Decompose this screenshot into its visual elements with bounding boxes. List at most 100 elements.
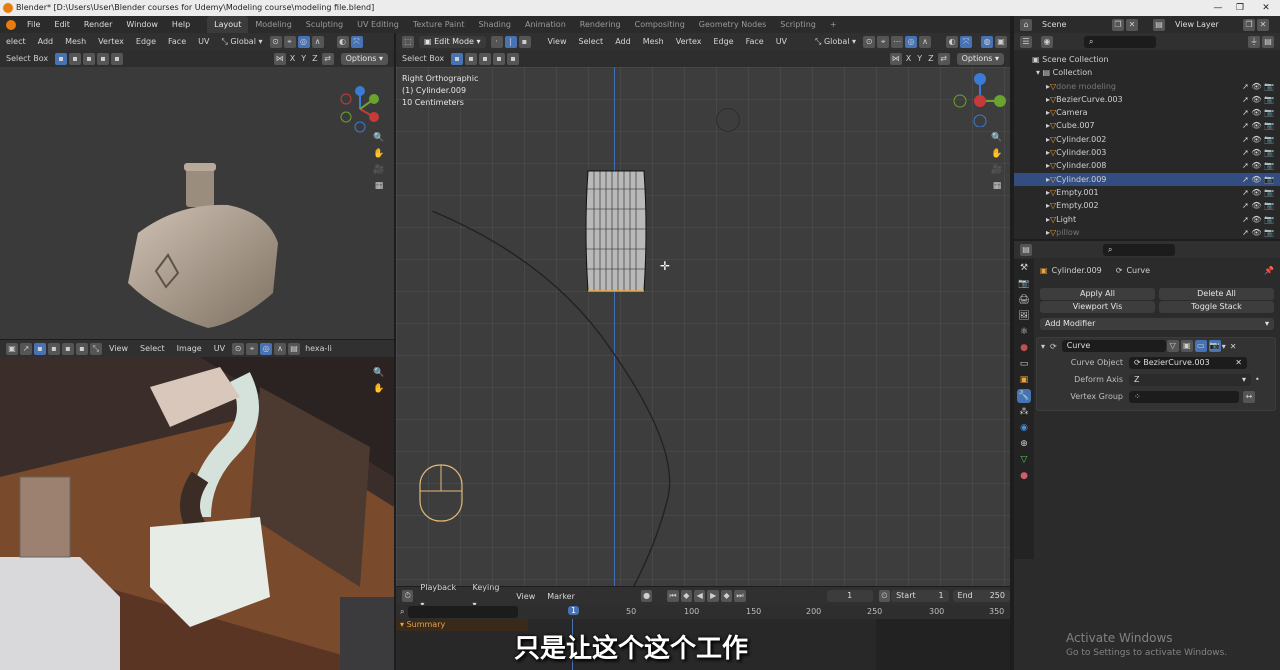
new-collection-icon[interactable]: ▤ bbox=[1262, 35, 1274, 48]
next-key-icon[interactable]: ◆ bbox=[720, 590, 733, 602]
tab-animation[interactable]: Animation bbox=[518, 16, 573, 33]
curve-object-field[interactable]: ⟳ BezierCurve.003 ✕ bbox=[1129, 356, 1247, 369]
outliner-item[interactable]: ▸ ▽ Cube.007 ➚ 👁 📷 bbox=[1014, 119, 1280, 132]
left-3d-viewport[interactable]: elect Add Mesh Vertex Edge Face UV ⤡ Glo… bbox=[0, 33, 394, 339]
modifier-tab-icon[interactable]: 🔧 bbox=[1017, 389, 1031, 403]
image-menu-select[interactable]: Select bbox=[134, 340, 171, 357]
timeline-ruler[interactable]: ⌕ 1 50 100 150 200 250 300 350 bbox=[396, 605, 1010, 619]
visibility-toggles[interactable]: ➚ 👁 📷 bbox=[1242, 93, 1280, 106]
modifier-menu-icon[interactable]: ▾ bbox=[1222, 342, 1226, 351]
new-scene-icon[interactable]: ❐ bbox=[1112, 18, 1124, 31]
apply-all-button[interactable]: Apply All bbox=[1040, 288, 1155, 300]
orientation-dropdown[interactable]: ⤡ Global ▾ bbox=[215, 33, 268, 50]
image-menu-view[interactable]: View bbox=[103, 340, 134, 357]
face-select-icon[interactable]: ▪ bbox=[518, 35, 531, 48]
main-navigation-gizmo[interactable] bbox=[952, 71, 1008, 127]
proportional-edit-icon[interactable]: ◎ bbox=[297, 35, 310, 48]
image-browse-icon[interactable]: ▤ bbox=[288, 342, 301, 355]
main-menu-select[interactable]: Select bbox=[573, 33, 610, 50]
image-zoom-icon[interactable]: 🔍 bbox=[372, 366, 386, 380]
scene-collection-row[interactable]: ▣ Scene Collection bbox=[1014, 53, 1280, 66]
main-snap-icon[interactable]: ⌖ bbox=[877, 35, 890, 48]
select-mode-new-icon[interactable]: ▪ bbox=[55, 52, 68, 65]
view-layer-icon[interactable]: ▤ bbox=[1153, 18, 1165, 31]
overlay-icon[interactable]: ⤧ bbox=[350, 35, 363, 48]
image-mode-icon[interactable]: ↗ bbox=[20, 342, 32, 355]
visibility-toggles[interactable]: ➚ 👁 📷 bbox=[1242, 119, 1280, 132]
blender-model-object[interactable] bbox=[118, 163, 288, 333]
tab-scripting[interactable]: Scripting bbox=[773, 16, 823, 33]
menu-file[interactable]: File bbox=[20, 16, 47, 33]
main-menu-view[interactable]: View bbox=[542, 33, 573, 50]
main-options-dropdown[interactable]: Options ▾ bbox=[956, 52, 1004, 65]
filter-icon[interactable]: ⏚ bbox=[1248, 35, 1260, 48]
blender-menu-icon[interactable] bbox=[6, 19, 16, 30]
image-editor[interactable]: ▣ ↗ ▪ ▪ ▪ ▪ ⤡ View Select Image UV ⊙ ⌖ ◎… bbox=[0, 340, 394, 670]
uv-falloff-icon[interactable]: ∧ bbox=[274, 342, 287, 355]
tab-compositing[interactable]: Compositing bbox=[628, 16, 692, 33]
main-menu-mesh[interactable]: Mesh bbox=[637, 33, 670, 50]
main-menu-face[interactable]: Face bbox=[740, 33, 770, 50]
topology-mirror-icon[interactable]: ⇄ bbox=[321, 52, 334, 65]
tab-shading[interactable]: Shading bbox=[471, 16, 518, 33]
object-tab-icon[interactable]: ▣ bbox=[1017, 373, 1031, 387]
menu-help[interactable]: Help bbox=[165, 16, 197, 33]
menu-render[interactable]: Render bbox=[77, 16, 119, 33]
sync-select-icon[interactable]: ▪ bbox=[34, 342, 46, 355]
select-mode-subtract-icon[interactable]: ▪ bbox=[83, 52, 96, 65]
image-name-field[interactable]: hexa-li bbox=[301, 344, 336, 353]
main-falloff-icon[interactable]: ∧ bbox=[919, 35, 932, 48]
main-visibility-icon[interactable]: ◐ bbox=[946, 35, 959, 48]
toggle-stack-button[interactable]: Toggle Stack bbox=[1159, 301, 1274, 313]
display-mode-icon[interactable]: ◉ bbox=[1041, 35, 1053, 48]
pan-hand-icon[interactable]: ✋ bbox=[372, 147, 386, 161]
main-mirror-icon[interactable]: ⋈ bbox=[889, 52, 902, 65]
tab-rendering[interactable]: Rendering bbox=[573, 16, 628, 33]
mirror-icon[interactable]: ⋈ bbox=[273, 52, 286, 65]
outliner-item[interactable]: ▸ ▽ Light ➚ 👁 📷 bbox=[1014, 213, 1280, 226]
tab-modeling[interactable]: Modeling bbox=[248, 16, 298, 33]
snap-icon[interactable]: ⌖ bbox=[283, 35, 296, 48]
visibility-toggles[interactable]: ➚ 👁 📷 bbox=[1242, 213, 1280, 226]
play-reverse-icon[interactable]: ◀ bbox=[694, 590, 706, 602]
select-mode-extend-icon[interactable]: ▪ bbox=[69, 52, 82, 65]
collection-row[interactable]: ▾ ▤ Collection bbox=[1014, 66, 1280, 79]
perspective-grid-icon[interactable]: ▦ bbox=[372, 179, 386, 193]
properties-search-field[interactable]: ⌕ bbox=[1103, 243, 1175, 256]
axis-x[interactable]: X bbox=[287, 54, 298, 63]
falloff-icon[interactable]: ∧ bbox=[311, 35, 324, 48]
close-button[interactable]: ✕ bbox=[1254, 0, 1278, 16]
view-layer-field[interactable]: View Layer bbox=[1170, 18, 1242, 31]
main-select-extend-icon[interactable]: ▪ bbox=[465, 52, 478, 65]
prev-key-icon[interactable]: ◆ bbox=[680, 590, 693, 602]
keyframe-dot-icon[interactable]: • bbox=[1255, 375, 1260, 384]
render-tab-icon[interactable]: 📷 bbox=[1017, 277, 1031, 291]
add-modifier-dropdown[interactable]: Add Modifier ▾ bbox=[1040, 318, 1274, 330]
outliner-item[interactable]: ▸ ▽ done modeling ➚ 👁 📷 bbox=[1014, 80, 1280, 93]
world-tab-icon[interactable]: ● bbox=[1017, 341, 1031, 355]
outliner-item[interactable]: ▸ ▽ pillow ➚ 👁 📷 bbox=[1014, 226, 1280, 239]
pin-icon[interactable]: 📌 bbox=[1264, 266, 1274, 275]
menu-mesh[interactable]: Mesh bbox=[59, 33, 92, 50]
outliner-item[interactable]: ▸ ▽ Empty.001 ➚ 👁 📷 bbox=[1014, 186, 1280, 199]
main-select-intersect-icon[interactable]: ▪ bbox=[507, 52, 520, 65]
light-object-icon[interactable] bbox=[716, 108, 740, 132]
output-tab-icon[interactable]: 🖨 bbox=[1017, 293, 1031, 307]
select-mode-invert-icon[interactable]: ▪ bbox=[97, 52, 110, 65]
main-overlay-icon[interactable]: ◍ bbox=[981, 35, 994, 48]
editor-type-icon[interactable]: ▣ bbox=[6, 342, 18, 355]
outliner-item[interactable]: ▸ ▽ Cylinder.009 ➚ 👁 📷 bbox=[1014, 172, 1280, 186]
curve-modifier-panel[interactable]: ▾ ⟳ Curve ▽ ▣ ▭ 📷 ▾ ✕ Curve Object ⟳ Bez… bbox=[1036, 337, 1276, 411]
invert-group-icon[interactable]: ↔ bbox=[1243, 390, 1255, 403]
select-mode-intersect-icon[interactable]: ▪ bbox=[111, 52, 124, 65]
tool-tab-icon[interactable]: ⚒ bbox=[1017, 261, 1031, 275]
timeline-menu-view[interactable]: View bbox=[510, 588, 541, 605]
edge-select-icon[interactable]: | bbox=[504, 35, 517, 48]
summary-channel[interactable]: ▾ Summary bbox=[396, 619, 528, 631]
image-pan-icon[interactable]: ✋ bbox=[372, 382, 386, 396]
main-axis-y[interactable]: Y bbox=[914, 54, 925, 63]
visibility-toggles[interactable]: ➚ 👁 📷 bbox=[1242, 80, 1280, 93]
start-frame-field[interactable]: Start 1 bbox=[891, 590, 949, 602]
main-ortho-grid-icon[interactable]: ▦ bbox=[990, 179, 1004, 193]
main-menu-uv[interactable]: UV bbox=[770, 33, 793, 50]
